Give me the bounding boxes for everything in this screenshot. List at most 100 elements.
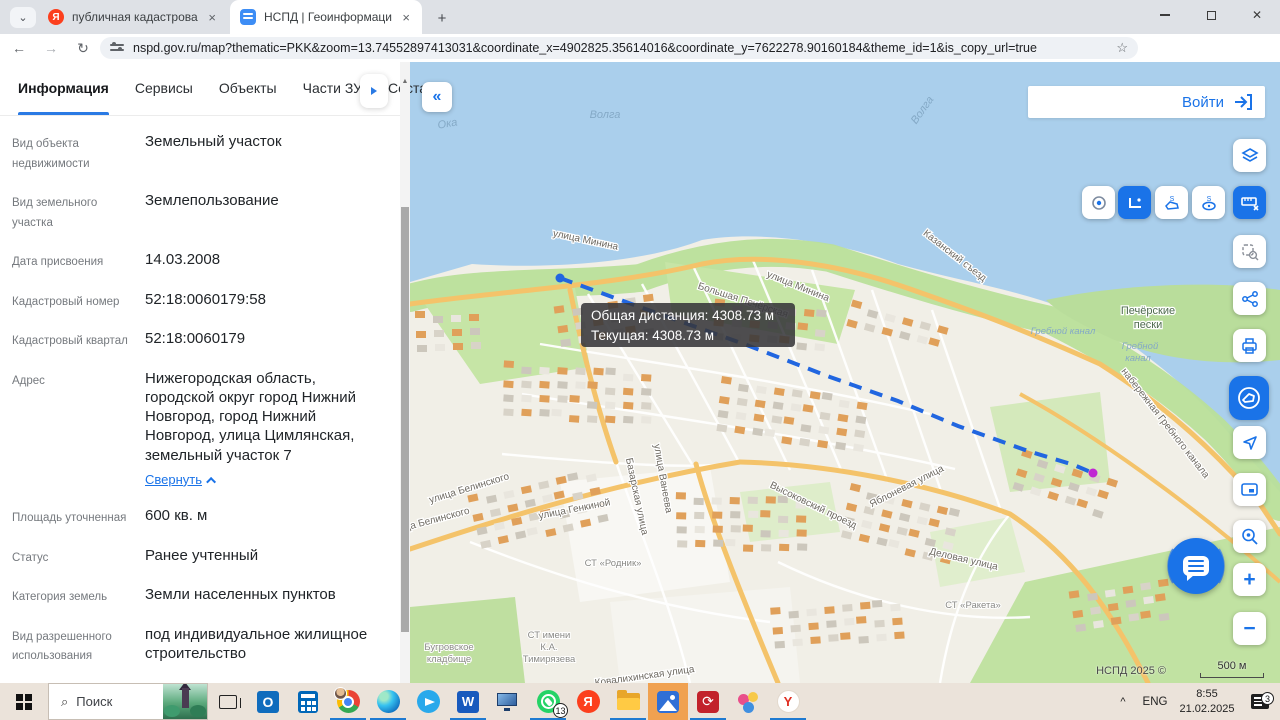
red-utility-app[interactable]: ⟳ <box>688 683 728 720</box>
tab-search-button[interactable]: ⌄ <box>10 7 36 28</box>
clock[interactable]: 8:55 21.02.2025 <box>1174 687 1240 716</box>
edge-app[interactable] <box>368 683 408 720</box>
map-label: Гребной канал <box>1031 326 1096 337</box>
attribute-label: Вид объекта недвижимости <box>12 132 130 174</box>
clear-measurements-button[interactable] <box>1233 186 1266 219</box>
attribute-list: Вид объекта недвижимостиЗемельный участо… <box>0 116 410 720</box>
panel-tab-3[interactable]: Объекты <box>219 80 277 115</box>
attribute-row: Вид земельного участкаЗемлепользование <box>12 191 384 233</box>
calculator-icon <box>298 691 318 713</box>
calculator-app[interactable] <box>288 683 328 720</box>
whatsapp-app[interactable]: 13 <box>528 683 568 720</box>
map-canvas[interactable]: ОкаВолгаВолгаулица Мининаулица МининаКаз… <box>410 62 1280 683</box>
search-location-icon <box>1240 527 1259 546</box>
collapse-panel-button[interactable]: « <box>422 82 452 112</box>
new-tab-button[interactable]: + <box>432 8 452 28</box>
measure-distance-button-active[interactable] <box>1118 186 1151 219</box>
search-icon: ⌕ <box>61 694 68 710</box>
collapse-address-link[interactable]: Свернуть <box>145 472 216 489</box>
tabs-scroll-right-button[interactable] <box>360 74 388 108</box>
zoom-out-button[interactable]: − <box>1233 612 1266 645</box>
chrome-app[interactable] <box>328 683 368 720</box>
chat-button[interactable] <box>1168 538 1224 594</box>
share-button[interactable] <box>1233 282 1266 315</box>
map-label: канал <box>1125 353 1151 364</box>
attribute-label: Категория земель <box>12 585 130 608</box>
browser-tab-1[interactable]: Я публичная кадастровая карта × <box>38 0 228 34</box>
tray-expand-icon[interactable]: ^ <box>1110 696 1136 708</box>
scrollbar-thumb[interactable] <box>401 207 409 632</box>
layers-button[interactable] <box>1233 139 1266 172</box>
attribute-row: АдресНижегородская область, городской ок… <box>12 369 384 489</box>
language-indicator[interactable]: ENG <box>1136 696 1174 708</box>
panel-tab-2[interactable]: Сервисы <box>135 80 193 115</box>
area-ellipse-icon: S <box>1199 193 1219 213</box>
scroll-up-arrow-icon[interactable]: ▲ <box>400 78 410 85</box>
attribute-label: Площадь уточненная <box>12 506 130 529</box>
zoom-in-button[interactable]: + <box>1233 563 1266 596</box>
this-pc-app[interactable] <box>488 683 528 720</box>
map-label: СТ «Родник» <box>585 558 642 569</box>
locate-button[interactable] <box>1233 426 1266 459</box>
notification-center-button[interactable]: 3 <box>1240 694 1280 709</box>
login-arrow-icon[interactable] <box>1233 94 1253 110</box>
taskbar-search-box[interactable]: ⌕ Поиск <box>48 683 208 720</box>
forward-icon[interactable]: → <box>38 40 64 56</box>
start-button[interactable] <box>0 683 48 720</box>
paint-app[interactable] <box>728 683 768 720</box>
photos-app-foreground[interactable] <box>648 683 688 720</box>
measure-circle-area-button[interactable]: S <box>1192 186 1225 219</box>
measure-start-point[interactable] <box>556 274 565 283</box>
map-label: кладбище <box>427 654 471 665</box>
address-bar[interactable]: nspd.gov.ru/map?thematic=PKK&zoom=13.745… <box>100 37 1138 59</box>
back-icon[interactable]: ← <box>6 40 32 56</box>
print-button[interactable] <box>1233 329 1266 362</box>
task-view-button[interactable] <box>208 683 248 720</box>
draw-tools-button-active[interactable] <box>1229 376 1269 420</box>
attribute-row: Категория земельЗемли населенных пунктов <box>12 585 384 608</box>
login-button[interactable]: Войти <box>1182 94 1224 111</box>
map-label: СТ «Ракета» <box>945 600 1001 611</box>
yandex-app[interactable]: Я <box>568 683 608 720</box>
attribute-value: Земли населенных пунктов <box>130 585 384 608</box>
panel-tab-1[interactable]: Информация <box>18 80 109 115</box>
panel-scrollbar[interactable]: ▲ <box>400 62 410 683</box>
panel-tab-4[interactable]: Части ЗУ <box>303 80 362 115</box>
chat-fab[interactable] <box>1161 531 1231 601</box>
site-settings-icon[interactable] <box>110 42 124 54</box>
word-app[interactable]: W <box>448 683 488 720</box>
search-on-map-button[interactable] <box>1233 520 1266 553</box>
object-search-button[interactable] <box>1233 235 1266 268</box>
bookmark-star-icon[interactable]: ☆ <box>1116 40 1128 56</box>
object-search-icon <box>1240 242 1259 261</box>
measure-area-button[interactable]: S <box>1155 186 1188 219</box>
browser-tab-2-active[interactable]: НСПД | Геоинформационный × <box>230 0 422 34</box>
attribute-row: Дата присвоения14.03.2008 <box>12 250 384 273</box>
measure-end-point[interactable] <box>1089 469 1098 478</box>
photos-icon <box>657 691 679 713</box>
url-text[interactable]: nspd.gov.ru/map?thematic=PKK&zoom=13.745… <box>133 41 1108 55</box>
maximize-button[interactable] <box>1188 0 1234 30</box>
distance-icon <box>1126 194 1144 212</box>
reload-icon[interactable]: ↻ <box>70 40 96 57</box>
measure-point-button[interactable] <box>1082 186 1115 219</box>
chat-icon <box>1183 556 1209 576</box>
minimize-button[interactable] <box>1142 0 1188 30</box>
whatsapp-badge: 13 <box>553 703 568 718</box>
tab-close-icon[interactable]: × <box>206 10 218 25</box>
yandex-browser-app[interactable]: Y <box>768 683 808 720</box>
tab-close-icon[interactable]: × <box>400 10 412 25</box>
outlook-app[interactable]: O <box>248 683 288 720</box>
map-label: СТ имени <box>528 630 571 641</box>
attribute-value: 600 кв. м <box>130 506 384 529</box>
overview-map-button[interactable] <box>1233 473 1266 506</box>
window-controls: ✕ <box>1142 0 1280 30</box>
search-highlight-image[interactable] <box>163 684 207 719</box>
close-button[interactable]: ✕ <box>1234 0 1280 30</box>
map-label: Волга <box>590 109 621 121</box>
telegram-app[interactable] <box>408 683 448 720</box>
attribute-value: Земельный участок <box>130 132 384 174</box>
file-explorer-app[interactable] <box>608 683 648 720</box>
yandex-browser-icon: Y <box>777 690 800 713</box>
tab-title: НСПД | Геоинформационный <box>264 10 392 24</box>
